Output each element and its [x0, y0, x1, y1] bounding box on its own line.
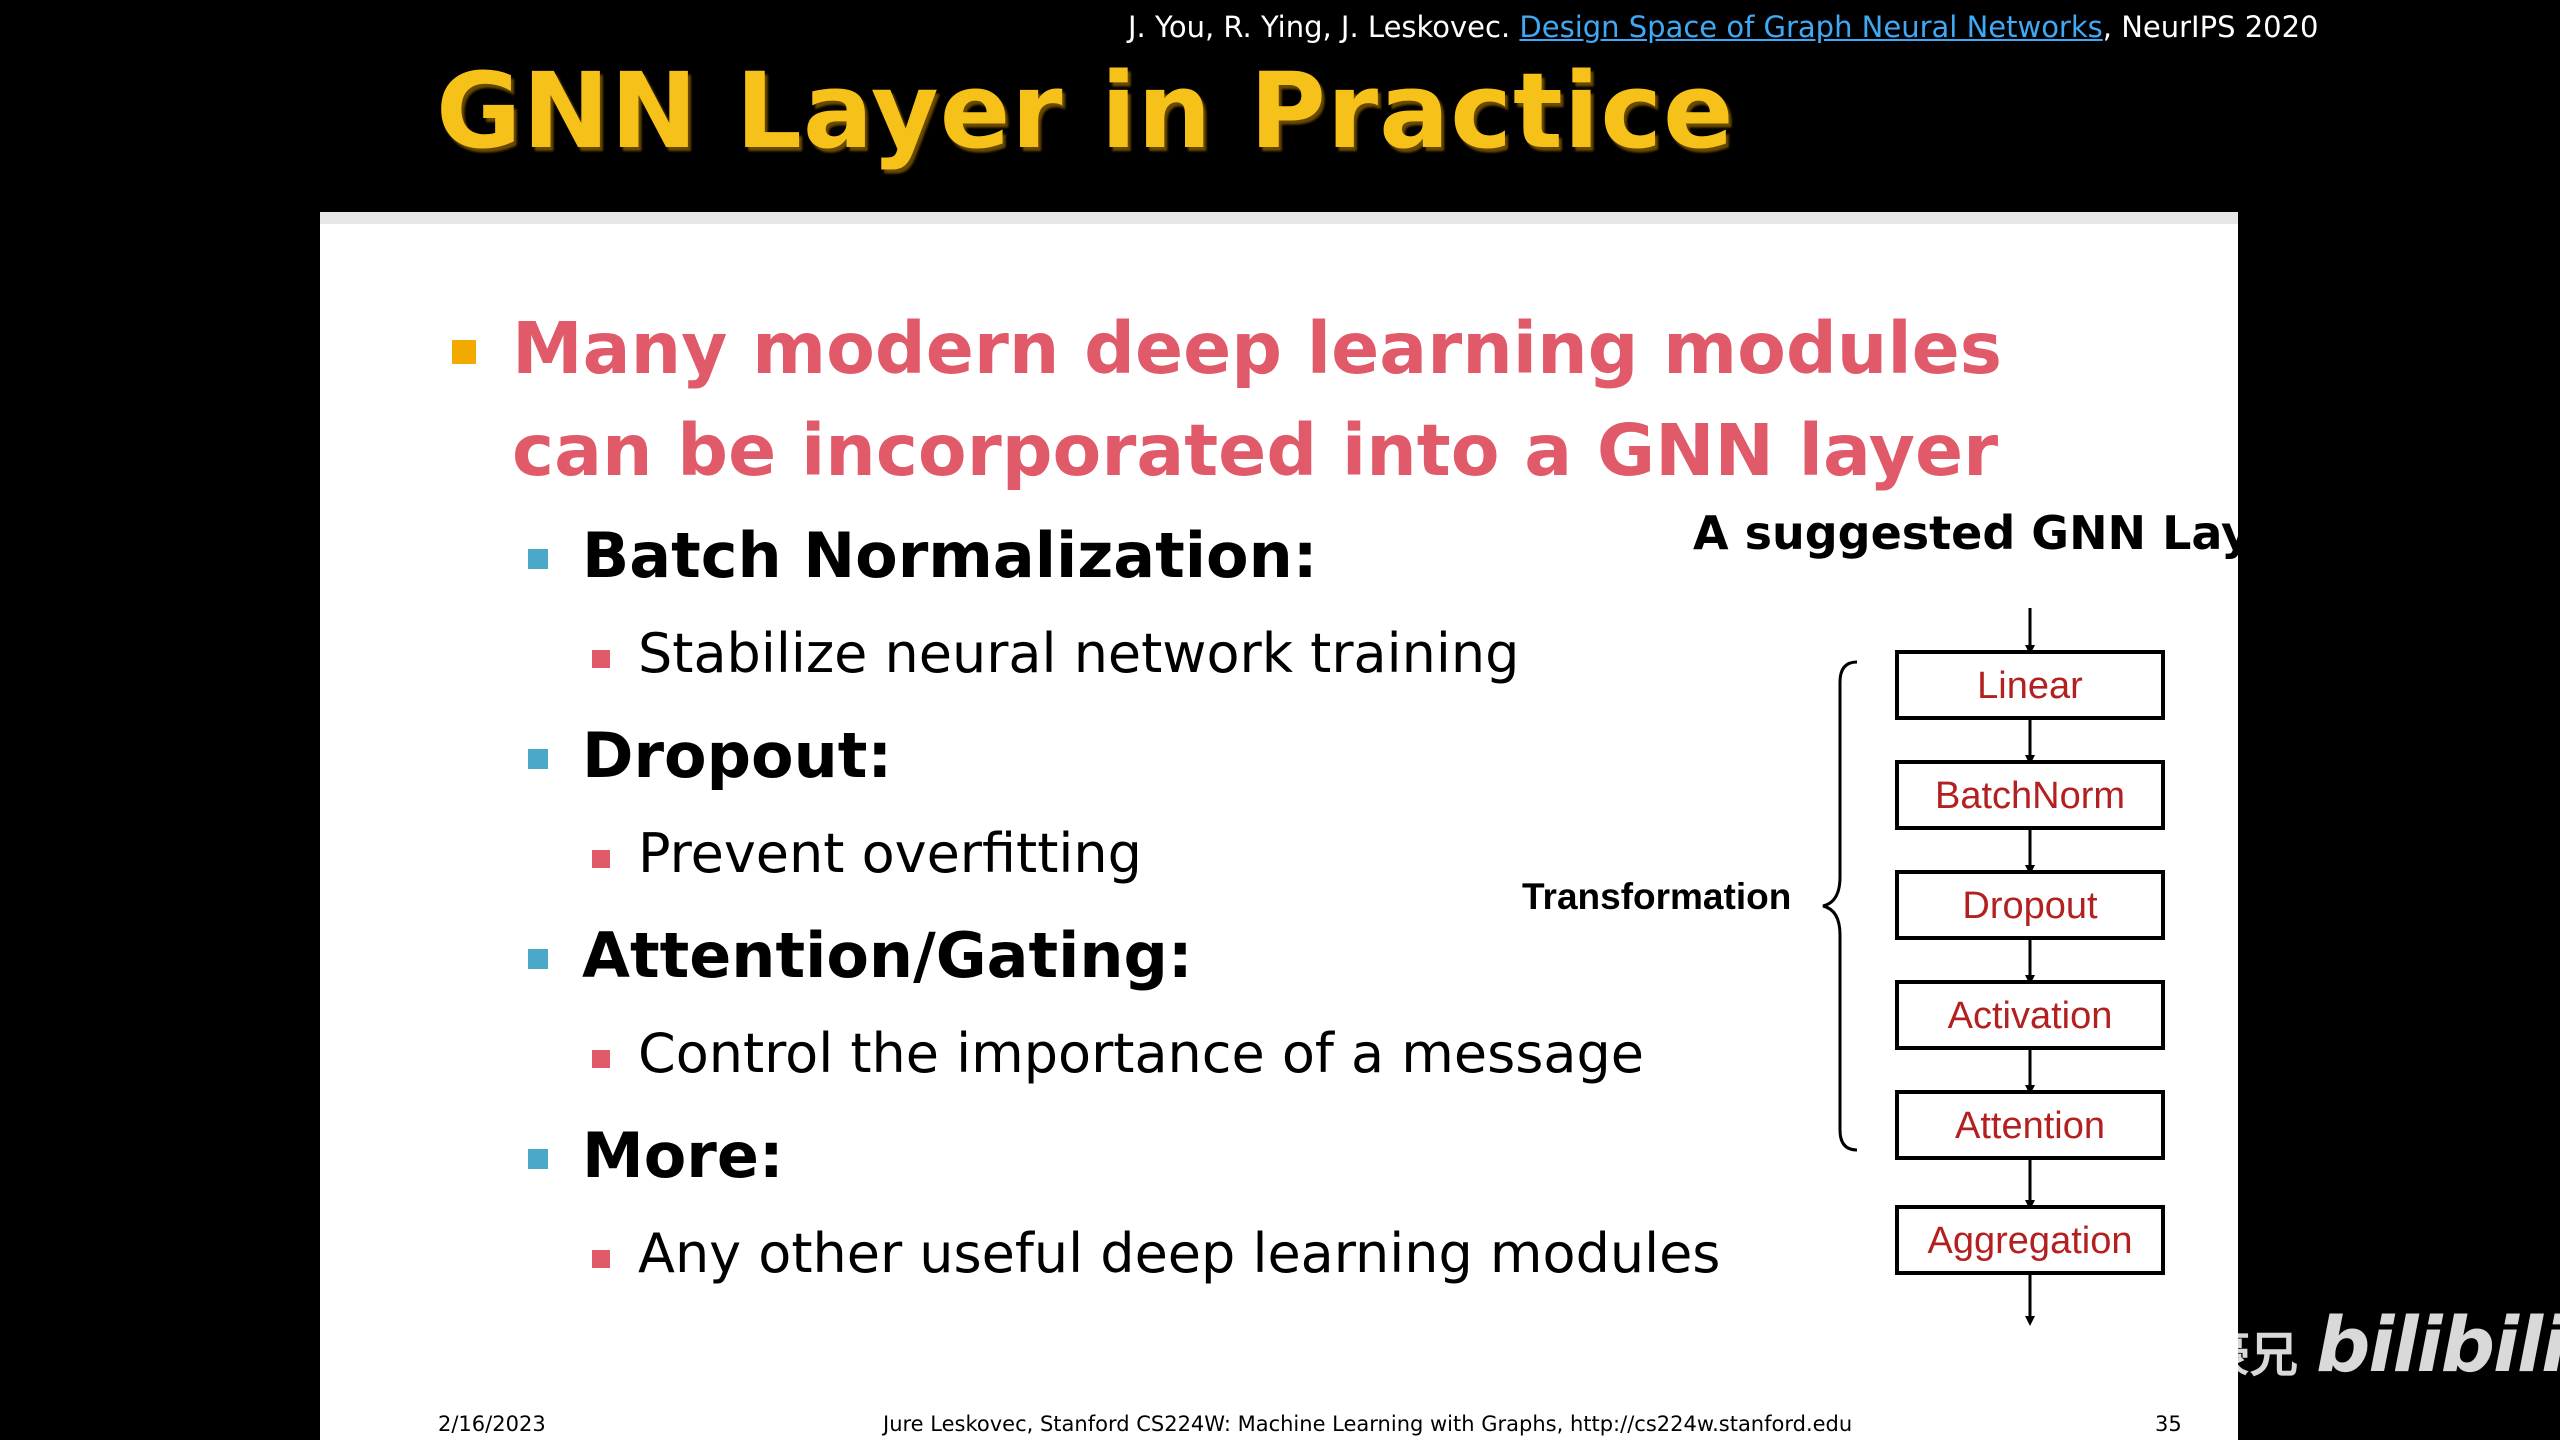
citation: J. You, R. Ying, J. Leskovec. Design Spa…: [1128, 10, 2319, 44]
footer-date: 2/16/2023: [438, 1412, 546, 1436]
citation-authors: J. You, R. Ying, J. Leskovec.: [1128, 10, 1520, 44]
gnn-layer-diagram: Linear BatchNorm Dropout Activation Attentio…: [1822, 608, 2165, 1326]
layer-box-label: Dropout: [1962, 885, 2098, 927]
layer-box-attention: Attention: [1895, 1090, 2165, 1160]
layer-box-label: Aggregation: [1928, 1220, 2133, 1262]
layer-box-label: Linear: [1977, 665, 2083, 707]
transformation-brace: [1822, 660, 1858, 1152]
layer-box-dropout: Dropout: [1895, 870, 2165, 940]
layer-box-label: Attention: [1955, 1105, 2105, 1147]
slide-body: Many modern deep learning modules can be…: [320, 212, 2305, 1440]
layer-box-batchnorm: BatchNorm: [1895, 760, 2165, 830]
citation-venue: , NeurIPS 2020: [2102, 10, 2319, 44]
watermark: 同济子豪兄 bilibili: [2058, 1300, 2560, 1389]
page-number: 35: [2155, 1412, 2182, 1436]
layer-box-aggregation: Aggregation: [1895, 1205, 2165, 1275]
layer-box-activation: Activation: [1895, 980, 2165, 1050]
footer-credit: Jure Leskovec, Stanford CS224W: Machine …: [883, 1412, 1853, 1436]
paper-link[interactable]: Design Space of Graph Neural Networks: [1519, 10, 2102, 44]
slide-title: GNN Layer in Practice: [436, 50, 1735, 172]
layer-box-label: BatchNorm: [1935, 775, 2125, 817]
layer-box-label: Activation: [1948, 995, 2113, 1037]
layer-box-linear: Linear: [1895, 650, 2165, 720]
watermark-text: 同济子豪兄: [2058, 1327, 2299, 1383]
bilibili-logo: bilibili: [2316, 1300, 2560, 1389]
